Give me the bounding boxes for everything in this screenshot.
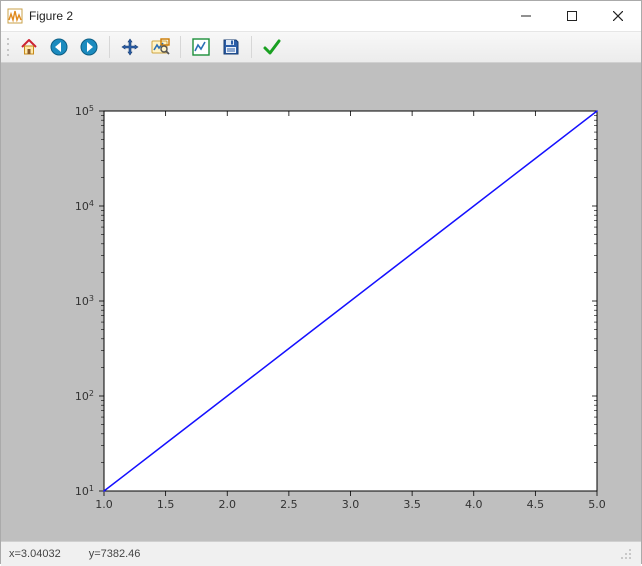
svg-text:102: 102 [75,389,94,404]
toolbar-separator [180,36,181,58]
svg-text:1.5: 1.5 [157,498,175,511]
zoom-icon [150,37,170,57]
svg-text:104: 104 [75,199,94,214]
svg-text:101: 101 [75,484,94,499]
svg-text:1.0: 1.0 [95,498,113,511]
svg-text:105: 105 [75,104,94,119]
zoom-button[interactable] [146,33,174,61]
pan-icon [120,37,140,57]
figure-canvas[interactable]: 1.0 1.5 2.0 2.5 3.0 3.5 4.0 4.5 5.0 101 102 103 104 1… [1,63,641,541]
status-x: x=3.04032 [9,548,61,560]
toolbar-grip [5,36,11,58]
home-button[interactable] [15,33,43,61]
app-icon [7,8,23,24]
svg-text:3.5: 3.5 [403,498,421,511]
svg-text:5.0: 5.0 [588,498,606,511]
toolbar-separator [109,36,110,58]
svg-text:103: 103 [75,294,94,309]
close-button[interactable] [595,1,641,31]
toolbar-separator [251,36,252,58]
home-icon [19,37,39,57]
maximize-button[interactable] [549,1,595,31]
chart-plot: 1.0 1.5 2.0 2.5 3.0 3.5 4.0 4.5 5.0 101 102 103 104 1… [1,63,641,541]
statusbar: x=3.04032 y=7382.46 [1,541,641,566]
titlebar: Figure 2 [1,1,641,32]
options-button[interactable] [258,33,286,61]
svg-text:2.0: 2.0 [219,498,237,511]
back-button[interactable] [45,33,73,61]
svg-text:4.0: 4.0 [465,498,483,511]
window-title: Figure 2 [29,9,73,23]
save-icon [221,37,241,57]
status-y: y=7382.46 [89,548,141,560]
toolbar [1,32,641,63]
pan-button[interactable] [116,33,144,61]
forward-icon [79,37,99,57]
minimize-button[interactable] [503,1,549,31]
svg-text:4.5: 4.5 [527,498,545,511]
forward-button[interactable] [75,33,103,61]
subplots-button[interactable] [187,33,215,61]
subplots-icon [191,37,211,57]
save-button[interactable] [217,33,245,61]
svg-text:2.5: 2.5 [280,498,298,511]
back-icon [49,37,69,57]
options-icon [262,37,282,57]
svg-text:3.0: 3.0 [342,498,360,511]
size-grip[interactable] [619,547,633,561]
